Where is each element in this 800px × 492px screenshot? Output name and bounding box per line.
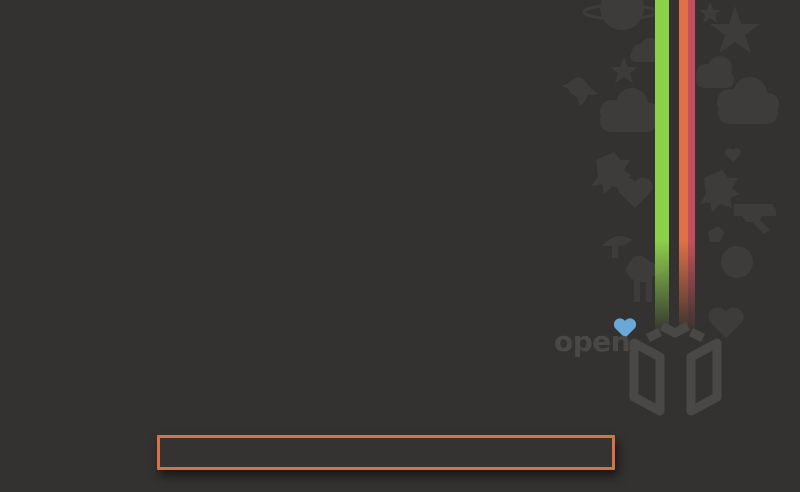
- cloud-icon: [696, 56, 734, 88]
- command-input-box[interactable]: [157, 435, 615, 470]
- cloud-icon: [600, 88, 661, 132]
- wallpaper: [562, 0, 779, 416]
- cube-logo-icon: [629, 322, 722, 416]
- brand-label: open: [554, 325, 631, 358]
- mushroom-icon: [602, 236, 632, 258]
- rainbow-stripes: [655, 0, 695, 334]
- star-icon: [710, 6, 760, 53]
- gun-icon: [734, 204, 776, 234]
- command-input[interactable]: [160, 438, 612, 467]
- heart-icon: [725, 148, 741, 162]
- heart-icon: [617, 177, 653, 208]
- bird-icon: [562, 77, 598, 106]
- star-icon: [699, 2, 721, 23]
- planet-icon: [582, 0, 658, 30]
- desktop-screen: open: [0, 0, 800, 492]
- heart-icon: [708, 307, 744, 338]
